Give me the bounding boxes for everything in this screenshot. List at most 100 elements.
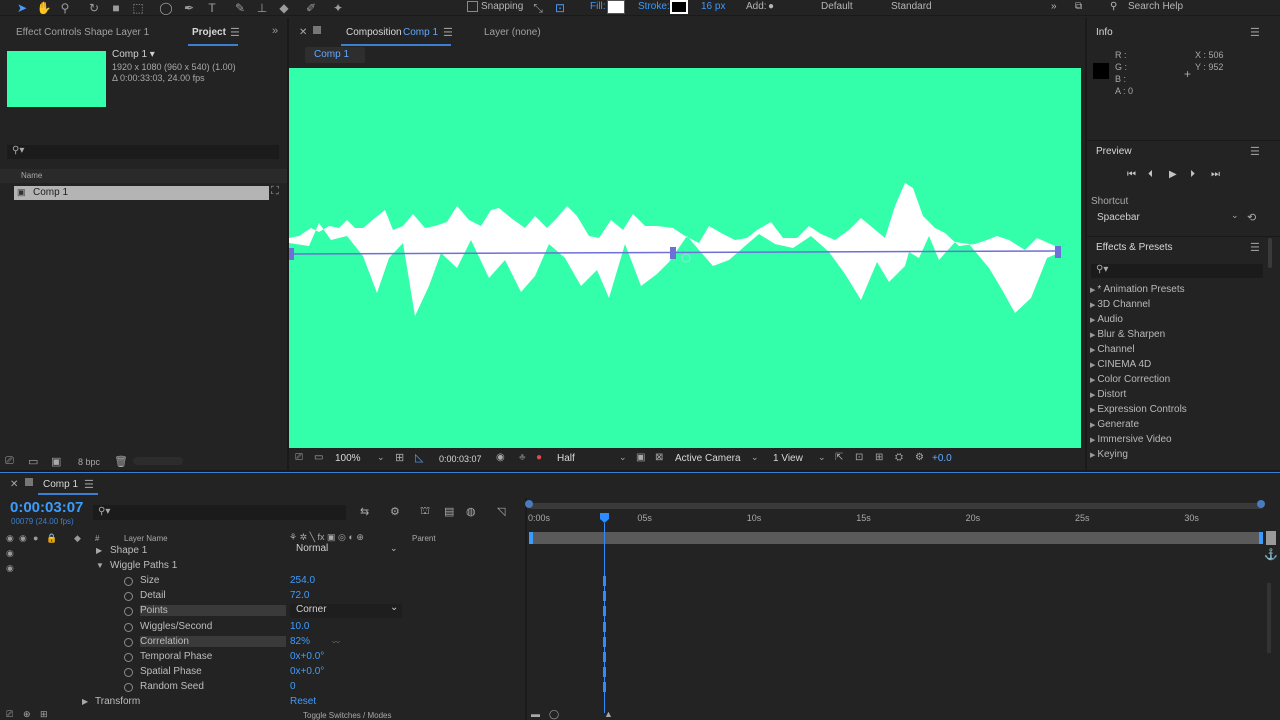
zoom-slider-handle[interactable]: ◯ — [549, 709, 559, 720]
timeline-end-marker[interactable] — [1266, 531, 1276, 545]
chevron-down-icon[interactable]: ⌄ — [818, 452, 826, 463]
always-preview-icon[interactable]: ⎚ — [295, 452, 303, 463]
brush-tool-icon[interactable]: ✎ — [232, 0, 248, 16]
time-ruler[interactable]: 0:00s 05s 10s 15s 20s 25s 30s — [0, 473, 1280, 533]
property-value[interactable]: 82% — [290, 636, 310, 647]
property-value[interactable]: 254.0 — [290, 575, 315, 586]
effects-category-item[interactable]: ▶ Keying — [1090, 449, 1128, 460]
property-value[interactable]: 0x+0.0° — [290, 666, 324, 677]
chevron-down-icon[interactable]: ⌄ — [390, 543, 398, 554]
workspace-overflow-icon[interactable]: » — [1051, 1, 1057, 12]
previous-frame-icon[interactable]: ⏴ — [1148, 169, 1153, 180]
flowchart-icon[interactable]: ⛶ — [271, 185, 279, 198]
tab-effect-controls[interactable]: Effect Controls Shape Layer 1 — [16, 27, 149, 38]
property-name[interactable]: Wiggles/Second — [140, 621, 212, 632]
scrollbar[interactable] — [1267, 583, 1271, 653]
effects-category-item[interactable]: ▶ CINEMA 4D — [1090, 359, 1151, 370]
stroke-swatch[interactable] — [670, 0, 688, 14]
stopwatch-icon[interactable] — [124, 607, 133, 617]
toggle-switches-modes[interactable]: Toggle Switches / Modes — [303, 711, 392, 720]
tab-project[interactable]: Project — [192, 27, 226, 38]
fast-previews-icon[interactable]: ⊡ — [855, 452, 863, 463]
resolution-select[interactable]: Half — [557, 453, 575, 464]
info-panel-title[interactable]: Info — [1096, 27, 1113, 38]
mask-visibility-icon[interactable]: ◺ — [415, 451, 423, 464]
lock-icon[interactable]: 🔒 — [46, 533, 57, 544]
effects-category-item[interactable]: ▶ Expression Controls — [1090, 404, 1187, 415]
stopwatch-icon[interactable] — [124, 622, 133, 632]
layer-duration-bar[interactable] — [529, 532, 1263, 544]
show-snapshot-icon[interactable]: ♣ — [519, 452, 526, 463]
rotate-tool-icon[interactable]: ↻ — [86, 0, 102, 16]
transform-row-label[interactable]: Transform — [95, 696, 140, 707]
stopwatch-icon[interactable] — [124, 592, 133, 602]
expand-arrow-icon[interactable]: ▶ — [82, 697, 88, 706]
property-value[interactable]: 72.0 — [290, 590, 309, 601]
search-help-icon[interactable]: ⚲ — [1110, 1, 1117, 12]
left-vertex-handle[interactable] — [289, 248, 294, 260]
chevron-down-icon[interactable]: ⌄ — [751, 452, 759, 463]
audio-toggle-icon[interactable]: ◉ — [19, 533, 27, 544]
effects-category-item[interactable]: ▶ Generate — [1090, 419, 1139, 430]
lock-tab-icon[interactable] — [313, 26, 321, 34]
first-frame-icon[interactable]: ⏮ — [1127, 169, 1136, 180]
column-parent[interactable]: Parent — [412, 534, 436, 543]
blend-mode-select[interactable]: Normal — [296, 543, 328, 554]
workspace-default[interactable]: Default — [821, 1, 853, 12]
selection-tool-icon[interactable]: ➤ — [14, 0, 30, 16]
safe-margins-icon[interactable]: ⊞ — [395, 451, 404, 464]
right-vertex-handle[interactable] — [1055, 246, 1061, 258]
sync-settings-icon[interactable]: ⧉ — [1075, 1, 1082, 12]
solo-toggle-icon[interactable]: ● — [33, 533, 38, 543]
list-item[interactable]: ▣ Comp 1 — [14, 186, 269, 200]
tab-layer[interactable]: Layer (none) — [484, 27, 541, 38]
next-frame-icon[interactable]: ⏵ — [1190, 169, 1195, 180]
preview-panel-title[interactable]: Preview — [1096, 146, 1132, 157]
expand-switches-icon[interactable]: ⊕ — [23, 709, 31, 720]
reset-icon[interactable]: ⟲ — [1247, 211, 1256, 224]
trash-icon[interactable]: 🗑 — [114, 455, 128, 468]
expression-pickwhip-icon[interactable]: 〰 — [332, 637, 340, 648]
property-name[interactable]: Detail — [140, 590, 166, 601]
preview-menu-icon[interactable]: ☰ — [1250, 145, 1260, 158]
zoom-select[interactable]: 100% — [335, 453, 361, 464]
transparency-grid-icon[interactable]: ⊠ — [655, 452, 663, 463]
layer-out-marker[interactable] — [1259, 532, 1263, 544]
panel-expand-icon[interactable]: » — [272, 25, 278, 37]
property-name[interactable]: Correlation — [140, 635, 286, 647]
wiggle-group-label[interactable]: Wiggle Paths 1 — [110, 560, 177, 571]
effects-panel-title[interactable]: Effects & Presets — [1096, 242, 1173, 253]
camera-select[interactable]: Active Camera — [675, 453, 741, 464]
effects-category-item[interactable]: ▶ 3D Channel — [1090, 299, 1150, 310]
monitor-icon[interactable]: ▭ — [314, 452, 323, 463]
play-icon[interactable]: ▶ — [1169, 169, 1177, 180]
workspace-standard[interactable]: Standard — [891, 1, 932, 12]
shape-row-label[interactable]: Shape 1 — [110, 545, 147, 556]
toggle-pixel-aspect-icon[interactable]: ⇱ — [835, 452, 843, 463]
camera-tool-icon[interactable]: ■ — [108, 0, 124, 16]
pen-tool-icon[interactable]: ✒ — [181, 0, 197, 16]
property-name[interactable]: Random Seed — [140, 681, 204, 692]
region-of-interest-icon[interactable]: ▣ — [636, 452, 645, 463]
snapping-checkbox[interactable] — [467, 1, 478, 12]
property-name[interactable]: Points — [140, 605, 286, 617]
stopwatch-icon[interactable] — [124, 668, 133, 678]
project-menu-icon[interactable]: ☰ — [230, 26, 240, 39]
effects-category-item[interactable]: ▶ Audio — [1090, 314, 1123, 325]
transform-reset-link[interactable]: Reset — [290, 696, 316, 707]
stopwatch-icon[interactable] — [124, 577, 133, 586]
property-name[interactable]: Size — [140, 575, 159, 586]
shortcut-select[interactable]: Spacebar ⌄ — [1091, 210, 1241, 225]
comp-name[interactable]: Comp 1 ▾ — [112, 49, 155, 60]
comp-marker-bin-icon[interactable]: ⚓ — [1264, 548, 1278, 561]
collapse-arrow-icon[interactable]: ▼ — [96, 561, 104, 570]
chevron-down-icon[interactable]: ⌄ — [619, 452, 627, 463]
zoom-tool-icon[interactable]: ⚲ — [57, 0, 73, 16]
info-menu-icon[interactable]: ☰ — [1250, 26, 1260, 39]
effects-category-item[interactable]: ▶ * Animation Presets — [1090, 284, 1185, 295]
effects-category-item[interactable]: ▶ Channel — [1090, 344, 1135, 355]
visibility-eye-icon[interactable]: ◉ — [6, 548, 14, 559]
tab-comp-name[interactable]: Comp 1 — [403, 27, 438, 38]
property-value[interactable]: 0 — [290, 681, 296, 692]
stopwatch-icon[interactable] — [124, 653, 133, 662]
